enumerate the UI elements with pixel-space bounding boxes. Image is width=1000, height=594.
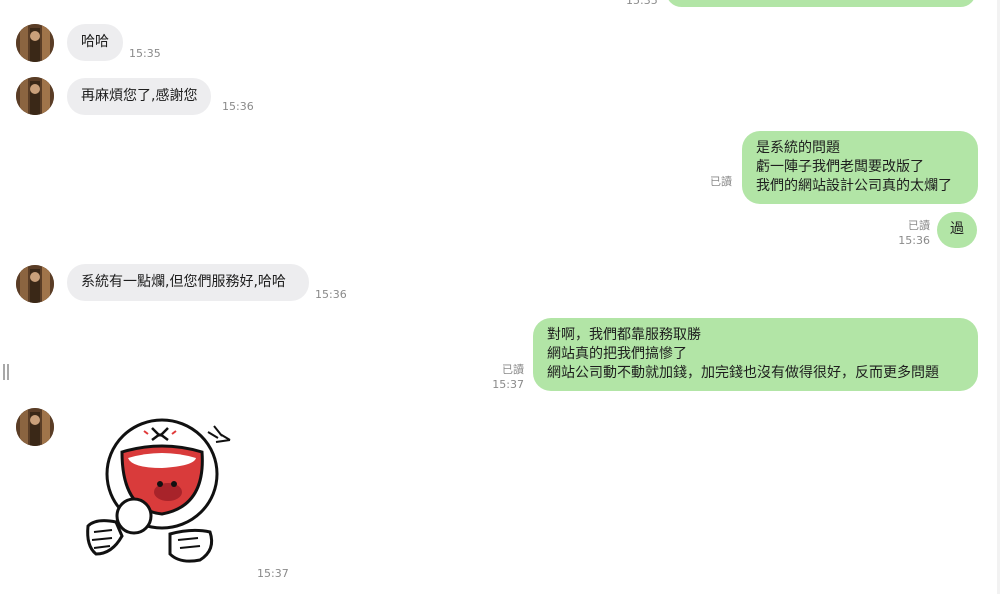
outgoing-message-bubble[interactable]: 對啊，我們都靠服務取勝 網站真的把我們搞慘了 網站公司動不動就加錢，加完錢也沒有… (533, 318, 978, 391)
message-text-line: 虧一陣子我們老闆要改版了 (756, 159, 924, 175)
message-text: 系統有一點爛,但您們服務好,哈哈 (81, 274, 286, 290)
outgoing-bubble-partial (666, 0, 976, 7)
message-time: 15:37 (257, 567, 289, 580)
contact-avatar[interactable] (16, 408, 54, 446)
message-time: 15:36 (898, 234, 930, 247)
message-time: 15:36 (315, 288, 347, 301)
message-text-line: 對啊，我們都靠服務取勝 (547, 327, 701, 343)
read-status: 已讀 (908, 219, 930, 232)
resize-handle[interactable] (3, 364, 9, 380)
message-text: 過 (950, 221, 964, 237)
read-status: 已讀 (502, 363, 524, 376)
contact-avatar[interactable] (16, 77, 54, 115)
message-time: 15:35 (129, 47, 161, 60)
message-text-line: 網站公司動不動就加錢，加完錢也沒有做得很好，反而更多問題 (547, 365, 939, 381)
incoming-message-bubble[interactable]: 系統有一點爛,但您們服務好,哈哈 (67, 264, 309, 301)
outgoing-message-bubble[interactable]: 過 (937, 212, 977, 248)
outgoing-message-bubble[interactable]: 是系統的問題 虧一陣子我們老闆要改版了 我們的網站設計公司真的太爛了 (742, 131, 978, 204)
message-text: 哈哈 (81, 34, 109, 50)
message-time: 15:36 (222, 100, 254, 113)
incoming-message-bubble[interactable]: 再麻煩您了,感謝您 (67, 78, 212, 115)
message-time: 15:37 (492, 378, 524, 391)
incoming-message-bubble[interactable]: 哈哈 (67, 24, 123, 61)
message-time-partial: 15:35 (626, 0, 658, 7)
contact-avatar[interactable] (16, 265, 54, 303)
message-text-line: 我們的網站設計公司真的太爛了 (756, 178, 952, 194)
pointing-laughing-face-sticker[interactable] (82, 414, 242, 570)
contact-avatar[interactable] (16, 24, 54, 62)
read-status: 已讀 (710, 175, 732, 188)
message-text-line: 是系統的問題 (756, 140, 840, 156)
message-text-line: 網站真的把我們搞慘了 (547, 346, 687, 362)
message-text: 再麻煩您了,感謝您 (81, 88, 198, 104)
